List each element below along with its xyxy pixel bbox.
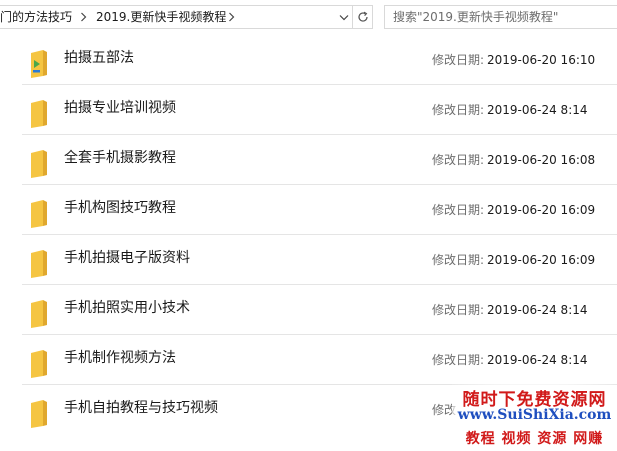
breadcrumb-item-parent[interactable]: 门的方法技巧 xyxy=(0,6,72,28)
folder-icon xyxy=(30,99,48,129)
file-name[interactable]: 拍摄五部法 xyxy=(64,49,134,67)
media-folder-icon xyxy=(30,49,48,79)
modified-date: 2019-06-20 16:08 xyxy=(487,153,596,167)
modified-label: 修改 xyxy=(432,403,457,417)
folder-row[interactable]: 拍摄五部法 修改日期: 2019-06-20 16:10 xyxy=(22,35,617,85)
folder-icon xyxy=(30,399,48,429)
folder-row[interactable]: 手机拍摄电子版资料 修改日期: 2019-06-20 16:09 xyxy=(22,235,617,285)
file-name[interactable]: 全套手机摄影教程 xyxy=(64,149,176,167)
modified-label: 修改日期: xyxy=(432,153,485,167)
file-explorer-window: 门的方法技巧 2019.更新快手视频教程 搜索"2019.更新快手视频教程" 拍… xyxy=(0,0,617,451)
file-name[interactable]: 手机拍摄电子版资料 xyxy=(64,249,190,267)
chevron-right-icon[interactable] xyxy=(226,6,236,28)
modified-date: 2019-06-24 8:14 xyxy=(487,103,588,117)
chevron-down-icon[interactable] xyxy=(336,6,352,28)
modified-label: 修改日期: xyxy=(432,303,485,317)
chevron-right-icon[interactable] xyxy=(78,6,88,28)
folder-row[interactable]: 手机制作视频方法 修改日期: 2019-06-24 8:14 xyxy=(22,335,617,385)
folder-icon xyxy=(30,349,48,379)
modified-label: 修改日期: xyxy=(432,203,485,217)
folder-row[interactable]: 手机构图技巧教程 修改日期: 2019-06-20 16:09 xyxy=(22,185,617,235)
file-name[interactable]: 手机自拍教程与技巧视频 xyxy=(64,399,218,417)
folder-row[interactable]: 拍摄专业培训视频 修改日期: 2019-06-24 8:14 xyxy=(22,85,617,135)
folder-row[interactable]: 全套手机摄影教程 修改日期: 2019-06-20 16:08 xyxy=(22,135,617,185)
address-bar[interactable]: 门的方法技巧 2019.更新快手视频教程 xyxy=(0,5,373,29)
folder-icon xyxy=(30,299,48,329)
folder-row[interactable]: 手机拍照实用小技术 修改日期: 2019-06-24 8:14 xyxy=(22,285,617,335)
file-name[interactable]: 拍摄专业培训视频 xyxy=(64,99,176,117)
modified-label: 修改日期: xyxy=(432,253,485,267)
file-name[interactable]: 手机拍照实用小技术 xyxy=(64,299,190,317)
toolbar: 门的方法技巧 2019.更新快手视频教程 xyxy=(0,0,617,35)
file-name[interactable]: 手机制作视频方法 xyxy=(64,349,176,367)
file-name[interactable]: 手机构图技巧教程 xyxy=(64,199,176,217)
modified-label: 修改日期: xyxy=(432,353,485,367)
modified-date: 2019-06-20 16:09 xyxy=(487,253,596,267)
file-list: 拍摄五部法 修改日期: 2019-06-20 16:10 拍摄专业培训视频 修改… xyxy=(0,35,617,451)
search-box[interactable] xyxy=(384,5,617,29)
modified-date: 2019-06-20 16:10 xyxy=(487,53,596,67)
folder-icon xyxy=(30,199,48,229)
refresh-icon[interactable] xyxy=(352,6,372,28)
modified-date: 2019-06-24 8:14 xyxy=(487,303,588,317)
folder-icon xyxy=(30,149,48,179)
modified-date: 2019-06-20 16:09 xyxy=(487,203,596,217)
breadcrumb-item-current[interactable]: 2019.更新快手视频教程 xyxy=(96,6,226,28)
folder-icon xyxy=(30,249,48,279)
modified-label: 修改日期: xyxy=(432,103,485,117)
folder-row[interactable]: 手机自拍教程与技巧视频 修改 xyxy=(22,385,617,435)
search-input[interactable] xyxy=(385,6,617,28)
modified-date: 2019-06-24 8:14 xyxy=(487,353,588,367)
modified-label: 修改日期: xyxy=(432,53,485,67)
